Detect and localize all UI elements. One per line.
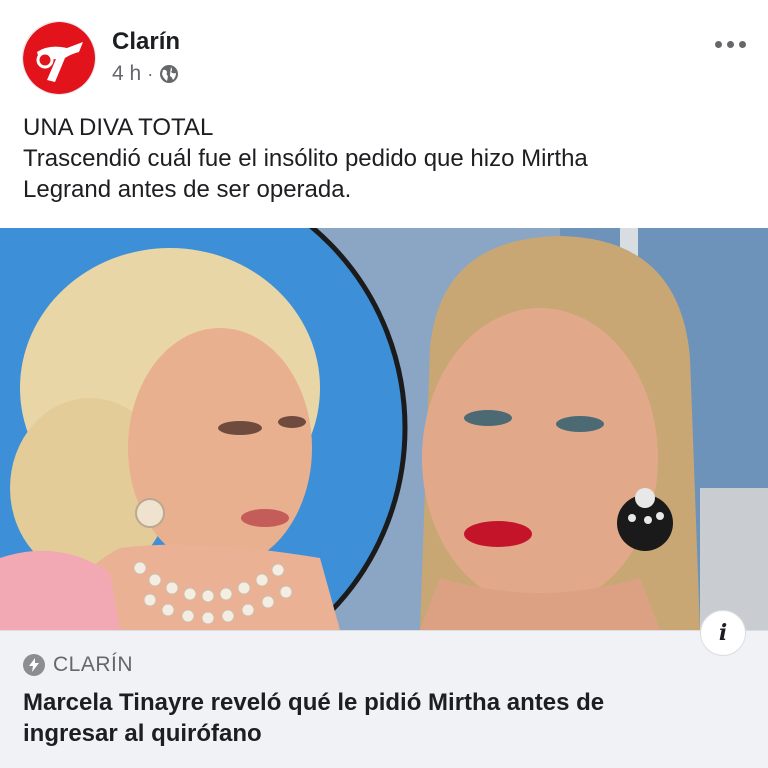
post-meta: 4 h ·: [112, 62, 179, 86]
clarin-logo-icon: [23, 22, 95, 94]
page-avatar[interactable]: [22, 21, 96, 95]
post-header: Clarín 4 h ·: [0, 0, 768, 104]
instant-article-bolt-icon: [23, 654, 45, 676]
post-message-line: UNA DIVA TOTAL: [23, 114, 214, 141]
meta-separator: ·: [147, 63, 154, 84]
link-source-label: CLARÍN: [53, 653, 134, 676]
post-message-line: Legrand antes de ser operada.: [23, 176, 352, 203]
link-source: CLARÍN: [23, 653, 133, 677]
facebook-post: Clarín 4 h · UNA DIVA TOTAL Trascendió c…: [0, 0, 768, 768]
post-photo: [0, 228, 768, 630]
page-name[interactable]: Clarín: [112, 28, 180, 56]
link-headline-line: ingresar al quirófano: [23, 720, 262, 747]
link-headline-line: Marcela Tinayre reveló qué le pidió Mirt…: [23, 689, 605, 716]
link-headline[interactable]: Marcela Tinayre reveló qué le pidió Mirt…: [23, 687, 743, 749]
link-preview[interactable]: CLARÍN Marcela Tinayre reveló qué le pid…: [0, 630, 768, 768]
post-message-line: Trascendió cuál fue el insólito pedido q…: [23, 145, 588, 172]
globe-icon: [160, 65, 179, 83]
info-icon[interactable]: i: [700, 610, 746, 656]
post-image[interactable]: [0, 228, 768, 630]
post-message: UNA DIVA TOTAL Trascendió cuál fue el in…: [23, 112, 743, 205]
post-time[interactable]: 4 h: [112, 62, 141, 86]
more-options-icon[interactable]: [712, 36, 748, 52]
